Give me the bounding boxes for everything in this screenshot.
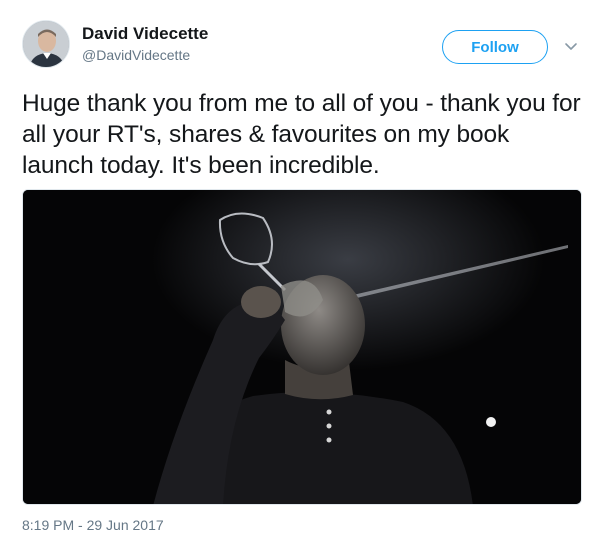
chevron-down-icon[interactable] [563, 38, 579, 54]
tweet-photo[interactable] [22, 189, 582, 505]
tweet-header: David Videcette @DavidVidecette Follow [22, 20, 582, 72]
tweet-card: David Videcette @DavidVidecette Follow H… [0, 0, 595, 538]
avatar[interactable] [22, 20, 70, 68]
follow-button[interactable]: Follow [442, 30, 548, 64]
user-names: David Videcette @DavidVidecette [82, 24, 208, 64]
tweet-timestamp[interactable]: 8:19 PM - 29 Jun 2017 [22, 516, 164, 534]
display-name[interactable]: David Videcette [82, 24, 208, 44]
user-handle[interactable]: @DavidVidecette [82, 46, 208, 64]
tweet-text: Huge thank you from me to all of you - t… [22, 90, 581, 179]
